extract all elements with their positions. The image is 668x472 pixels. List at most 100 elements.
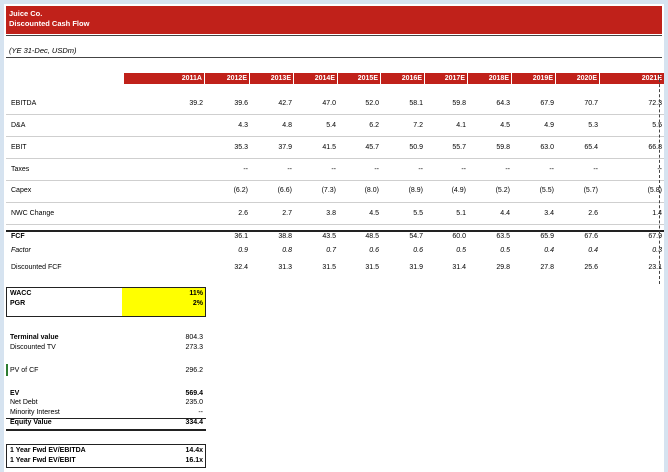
cell-value[interactable]: 3.8	[296, 210, 336, 217]
cell-value[interactable]: 50.9	[383, 144, 423, 151]
cell-value[interactable]: 4.1	[426, 122, 466, 129]
year-header[interactable]: 2018E	[472, 73, 512, 84]
year-header[interactable]: 2015E	[341, 73, 381, 84]
cell-value[interactable]: 59.8	[470, 144, 510, 151]
cell-value[interactable]: (8.9)	[383, 187, 423, 194]
cell-value[interactable]: 31.5	[339, 264, 379, 271]
cell-value[interactable]: 48.5	[339, 233, 379, 240]
cell-value[interactable]: --	[252, 166, 292, 173]
cell-value[interactable]: 25.6	[558, 264, 598, 271]
equity-value[interactable]: 334.4	[163, 419, 203, 426]
cell-value[interactable]: (5.5)	[514, 187, 554, 194]
cell-value[interactable]: 4.3	[208, 122, 248, 129]
cell-value[interactable]: 0.7	[296, 247, 336, 254]
year-header[interactable]: 2016E	[385, 73, 425, 84]
year-header[interactable]: 2017E	[428, 73, 468, 84]
cell-value[interactable]: 2.6	[558, 210, 598, 217]
cell-value[interactable]: 67.6	[558, 233, 598, 240]
cell-value[interactable]: 2.6	[208, 210, 248, 217]
cell-value[interactable]: 0.3	[622, 247, 662, 254]
cell-value[interactable]: 0.5	[470, 247, 510, 254]
cell-value[interactable]: --	[383, 166, 423, 173]
ev-ebitda-value[interactable]: 14.4x	[163, 447, 203, 454]
cell-value[interactable]: 37.9	[252, 144, 292, 151]
cell-value[interactable]: 45.7	[339, 144, 379, 151]
cell-value[interactable]: --	[339, 166, 379, 173]
cell-value[interactable]: 32.4	[208, 264, 248, 271]
cell-value[interactable]: 54.7	[383, 233, 423, 240]
cell-value[interactable]: 0.6	[383, 247, 423, 254]
cell-value[interactable]: (8.0)	[339, 187, 379, 194]
cell-value[interactable]: 35.3	[208, 144, 248, 151]
cell-value[interactable]: 66.8	[622, 144, 662, 151]
cell-value[interactable]: 41.5	[296, 144, 336, 151]
year-header[interactable]: 2019E	[516, 73, 556, 84]
cell-value[interactable]: 5.5	[383, 210, 423, 217]
cell-value[interactable]: (4.9)	[426, 187, 466, 194]
year-header[interactable]: 2011A	[165, 73, 205, 84]
pgr-value[interactable]: 2%	[163, 300, 203, 307]
year-header[interactable]: 2012E	[210, 73, 250, 84]
cell-value[interactable]: 5.1	[426, 210, 466, 217]
cell-value[interactable]: 67.9	[514, 100, 554, 107]
cell-value[interactable]: (6.6)	[252, 187, 292, 194]
cell-value[interactable]: 63.0	[514, 144, 554, 151]
cell-value[interactable]: 64.3	[470, 100, 510, 107]
cell-value[interactable]: --	[208, 166, 248, 173]
cell-value[interactable]: 47.0	[296, 100, 336, 107]
cell-value[interactable]: 7.2	[383, 122, 423, 129]
cell-value[interactable]: 1.4	[622, 210, 662, 217]
cell-value[interactable]: 4.8	[252, 122, 292, 129]
wacc-value[interactable]: 11%	[163, 290, 203, 297]
cell-value[interactable]: 5.4	[296, 122, 336, 129]
cell-value[interactable]: 59.8	[426, 100, 466, 107]
cell-value[interactable]: 39.2	[163, 100, 203, 107]
cell-value[interactable]: 2.7	[252, 210, 292, 217]
cell-value[interactable]: 0.4	[558, 247, 598, 254]
cell-value[interactable]: 4.5	[339, 210, 379, 217]
cell-value[interactable]: 63.5	[470, 233, 510, 240]
cell-value[interactable]: 52.0	[339, 100, 379, 107]
cell-value[interactable]: 67.9	[622, 233, 662, 240]
cell-value[interactable]: 31.5	[296, 264, 336, 271]
cell-value[interactable]: (5.7)	[558, 187, 598, 194]
cell-value[interactable]: 31.9	[383, 264, 423, 271]
cell-value[interactable]: 0.6	[339, 247, 379, 254]
cell-value[interactable]: 42.7	[252, 100, 292, 107]
cell-value[interactable]: 0.5	[426, 247, 466, 254]
cell-value[interactable]: 4.9	[514, 122, 554, 129]
cell-value[interactable]: --	[470, 166, 510, 173]
cell-value[interactable]: 65.9	[514, 233, 554, 240]
cell-value[interactable]: 65.4	[558, 144, 598, 151]
cell-value[interactable]: 70.7	[558, 100, 598, 107]
cell-value[interactable]: --	[426, 166, 466, 173]
cell-value[interactable]: 4.4	[470, 210, 510, 217]
pv-cf-value[interactable]: 296.2	[163, 367, 203, 374]
year-header[interactable]: 2020E	[560, 73, 600, 84]
cell-value[interactable]: (6.2)	[208, 187, 248, 194]
terminal-value[interactable]: 804.3	[163, 334, 203, 341]
cell-value[interactable]: 27.8	[514, 264, 554, 271]
cell-value[interactable]: 0.8	[252, 247, 292, 254]
cell-value[interactable]: 0.4	[514, 247, 554, 254]
cell-value[interactable]: 5.3	[558, 122, 598, 129]
cell-value[interactable]: 29.8	[470, 264, 510, 271]
cell-value[interactable]: 0.9	[208, 247, 248, 254]
cell-value[interactable]: 4.5	[470, 122, 510, 129]
cell-value[interactable]: 39.6	[208, 100, 248, 107]
cell-value[interactable]: --	[622, 166, 662, 173]
cell-value[interactable]: (5.8)	[622, 187, 662, 194]
net-debt-value[interactable]: 235.0	[163, 399, 203, 406]
cell-value[interactable]: (7.3)	[296, 187, 336, 194]
cell-value[interactable]: 43.5	[296, 233, 336, 240]
cell-value[interactable]: 36.1	[208, 233, 248, 240]
cell-value[interactable]: 55.7	[426, 144, 466, 151]
cell-value[interactable]: --	[514, 166, 554, 173]
discounted-tv-value[interactable]: 273.3	[163, 344, 203, 351]
year-header[interactable]: 2014E	[298, 73, 338, 84]
cell-value[interactable]: 72.3	[622, 100, 662, 107]
cell-value[interactable]: 31.3	[252, 264, 292, 271]
cell-value[interactable]: 58.1	[383, 100, 423, 107]
cell-value[interactable]: 38.8	[252, 233, 292, 240]
cell-value[interactable]: 23.1	[622, 264, 662, 271]
